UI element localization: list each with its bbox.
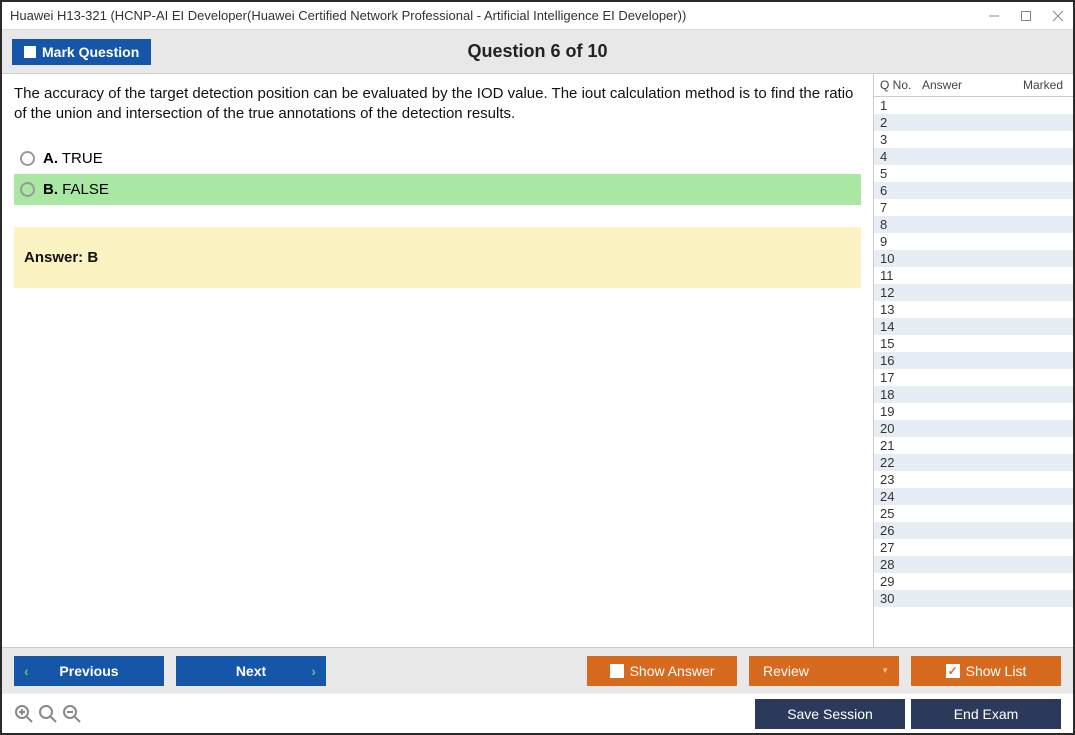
- question-list-row[interactable]: 7: [874, 199, 1073, 216]
- question-list-row[interactable]: 27: [874, 539, 1073, 556]
- show-answer-button[interactable]: Show Answer: [587, 656, 737, 686]
- checkbox-checked-icon: ✓: [946, 664, 960, 678]
- question-list[interactable]: 1234567891011121314151617181920212223242…: [874, 97, 1073, 647]
- end-exam-label: End Exam: [954, 706, 1019, 722]
- zoom-in-icon[interactable]: [14, 704, 34, 724]
- zoom-out-icon[interactable]: [62, 704, 82, 724]
- previous-label: Previous: [59, 663, 118, 679]
- question-text: The accuracy of the target detection pos…: [14, 84, 861, 125]
- col-qno: Q No.: [880, 78, 922, 92]
- option-row-B[interactable]: B. FALSE: [14, 174, 861, 205]
- question-list-row[interactable]: 17: [874, 369, 1073, 386]
- question-list-row[interactable]: 30: [874, 590, 1073, 607]
- chevron-left-icon: ‹: [24, 663, 29, 679]
- content-area: The accuracy of the target detection pos…: [2, 74, 1073, 647]
- question-list-row[interactable]: 26: [874, 522, 1073, 539]
- question-list-row[interactable]: 1: [874, 97, 1073, 114]
- previous-button[interactable]: ‹ Previous: [14, 656, 164, 686]
- option-row-A[interactable]: A. TRUE: [14, 143, 861, 174]
- checkbox-icon: [24, 46, 36, 58]
- footer-bar: ‹ Previous Next › Show Answer Review ▼ ✓…: [2, 647, 1073, 693]
- save-session-label: Save Session: [787, 706, 873, 722]
- question-list-panel: Q No. Answer Marked 12345678910111213141…: [873, 74, 1073, 647]
- end-exam-button[interactable]: End Exam: [911, 699, 1061, 729]
- question-list-row[interactable]: 2: [874, 114, 1073, 131]
- option-text: FALSE: [58, 181, 109, 198]
- question-list-header: Q No. Answer Marked: [874, 74, 1073, 97]
- chevron-right-icon: ›: [311, 663, 316, 679]
- question-list-row[interactable]: 13: [874, 301, 1073, 318]
- question-list-row[interactable]: 28: [874, 556, 1073, 573]
- question-list-row[interactable]: 19: [874, 403, 1073, 420]
- chevron-down-icon: ▼: [881, 666, 889, 675]
- question-list-row[interactable]: 10: [874, 250, 1073, 267]
- question-list-row[interactable]: 25: [874, 505, 1073, 522]
- question-list-row[interactable]: 23: [874, 471, 1073, 488]
- col-answer: Answer: [922, 78, 1012, 92]
- titlebar: Huawei H13-321 (HCNP-AI EI Developer(Hua…: [2, 2, 1073, 30]
- zoom-reset-icon[interactable]: [38, 704, 58, 724]
- option-letter: B.: [43, 181, 58, 198]
- option-letter: A.: [43, 150, 58, 167]
- question-list-row[interactable]: 29: [874, 573, 1073, 590]
- show-answer-label: Show Answer: [630, 663, 715, 679]
- minimize-icon[interactable]: [987, 9, 1001, 23]
- col-marked: Marked: [1012, 78, 1067, 92]
- next-button[interactable]: Next ›: [176, 656, 326, 686]
- question-list-row[interactable]: 6: [874, 182, 1073, 199]
- question-list-row[interactable]: 22: [874, 454, 1073, 471]
- question-counter: Question 6 of 10: [467, 41, 607, 62]
- close-icon[interactable]: [1051, 9, 1065, 23]
- mark-question-label: Mark Question: [42, 44, 139, 60]
- bottom-bar: Save Session End Exam: [2, 693, 1073, 733]
- answer-box: Answer: B: [14, 227, 861, 288]
- question-list-row[interactable]: 9: [874, 233, 1073, 250]
- show-list-button[interactable]: ✓ Show List: [911, 656, 1061, 686]
- mark-question-button[interactable]: Mark Question: [12, 39, 151, 65]
- question-list-row[interactable]: 20: [874, 420, 1073, 437]
- question-list-row[interactable]: 18: [874, 386, 1073, 403]
- radio-icon: [20, 151, 35, 166]
- zoom-controls: [14, 704, 82, 724]
- save-session-button[interactable]: Save Session: [755, 699, 905, 729]
- question-list-row[interactable]: 14: [874, 318, 1073, 335]
- question-list-row[interactable]: 21: [874, 437, 1073, 454]
- question-list-row[interactable]: 24: [874, 488, 1073, 505]
- show-list-label: Show List: [966, 663, 1027, 679]
- question-list-row[interactable]: 4: [874, 148, 1073, 165]
- question-list-row[interactable]: 12: [874, 284, 1073, 301]
- window-controls: [987, 9, 1065, 23]
- header-bar: Mark Question Question 6 of 10: [2, 30, 1073, 74]
- question-list-row[interactable]: 11: [874, 267, 1073, 284]
- question-pane: The accuracy of the target detection pos…: [2, 74, 873, 647]
- question-list-row[interactable]: 3: [874, 131, 1073, 148]
- option-text: TRUE: [58, 150, 103, 167]
- question-list-row[interactable]: 15: [874, 335, 1073, 352]
- question-list-row[interactable]: 8: [874, 216, 1073, 233]
- question-list-row[interactable]: 16: [874, 352, 1073, 369]
- radio-icon: [20, 182, 35, 197]
- checkbox-icon: [610, 664, 624, 678]
- window-title: Huawei H13-321 (HCNP-AI EI Developer(Hua…: [10, 8, 987, 23]
- review-label: Review: [763, 663, 809, 679]
- review-button[interactable]: Review ▼: [749, 656, 899, 686]
- maximize-icon[interactable]: [1019, 9, 1033, 23]
- question-list-row[interactable]: 5: [874, 165, 1073, 182]
- next-label: Next: [236, 663, 266, 679]
